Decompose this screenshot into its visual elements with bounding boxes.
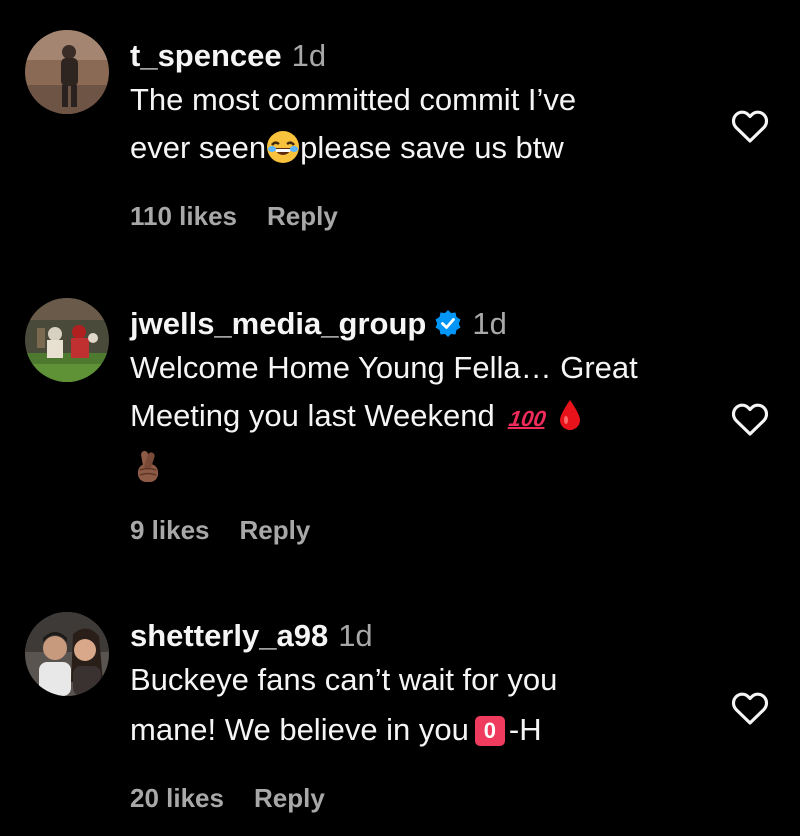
avatar-image [25,298,109,382]
avatar-image [25,30,109,114]
reply-button[interactable]: Reply [254,783,325,813]
verified-badge-icon [434,309,462,337]
comment-text-line: mane! We believe in you 0 -H [130,704,730,754]
timestamp[interactable]: 1d [292,38,326,73]
likes-count[interactable]: 20 likes [130,783,224,813]
hundred-points-emoji-icon: 100 [507,392,547,443]
comment-actions: 9 likes Reply [130,515,310,546]
comment-text-segment: Meeting you last Weekend [130,398,495,433]
comment-text-line: The most committed commit I’ve [130,82,577,117]
keycap-zero-emoji-icon: 0 [474,704,505,752]
likes-count[interactable]: 9 likes [130,515,210,545]
heart-icon[interactable] [731,690,769,726]
comment-text-segment: ever seen [130,130,267,165]
comment-actions: 20 likes Reply [130,783,325,814]
reply-button[interactable]: Reply [267,201,338,231]
comment-header: jwells_media_group 1d [130,306,730,342]
comment-text-line: Welcome Home Young Fella… Great [130,350,638,385]
timestamp[interactable]: 1d [472,306,506,341]
comment-text: The most committed commit I’ve ever seen… [130,76,730,178]
heart-icon[interactable] [731,401,769,437]
avatar-image [25,612,109,696]
comment-text: Welcome Home Young Fella… Great Meeting … [130,344,730,500]
crossed-fingers-emoji-icon [130,448,164,500]
avatar[interactable] [25,30,109,114]
laughing-emoji-icon [266,130,300,178]
reply-button[interactable]: Reply [240,515,311,545]
comment-text-line: Buckeye fans can’t wait for you [130,662,558,697]
comment-actions: 110 likes Reply [130,201,338,232]
comment-text-line: ever seen please save us btw [130,124,730,178]
comment-text-segment: please save us btw [300,130,564,165]
avatar[interactable] [25,612,109,696]
username-link[interactable]: t_spencee [130,38,282,73]
comment-text: Buckeye fans can’t wait for you mane! We… [130,656,730,754]
comment-text-segment: -H [508,712,542,747]
timestamp[interactable]: 1d [338,618,372,653]
likes-count[interactable]: 110 likes [130,201,237,231]
comment-text-segment: mane! We believe in you [130,712,469,747]
drop-of-blood-emoji-icon [557,398,583,446]
comment-text-line [130,446,730,500]
username-link[interactable]: shetterly_a98 [130,618,328,653]
avatar[interactable] [25,298,109,382]
comment-header: shetterly_a98 1d [130,618,730,654]
comment-text-line: Meeting you last Weekend 100 [130,392,730,446]
hundred-points-label: 100 [507,406,548,431]
heart-icon[interactable] [731,108,769,144]
username-link[interactable]: jwells_media_group [130,306,426,341]
comment-header: t_spencee 1d [130,38,730,74]
keycap-zero-label: 0 [474,716,505,746]
